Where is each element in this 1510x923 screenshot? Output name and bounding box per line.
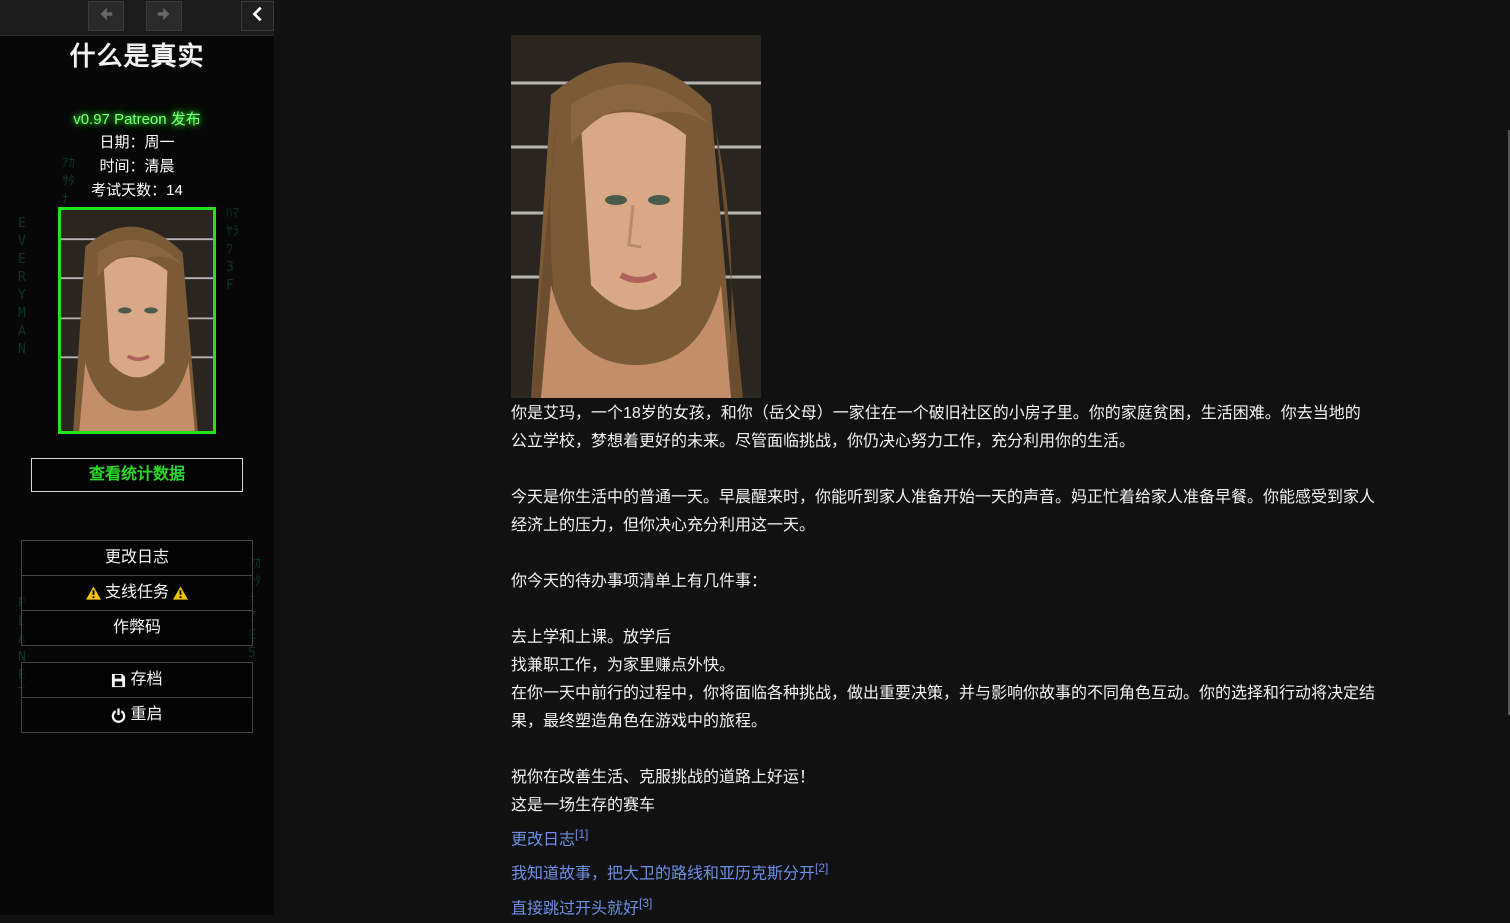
passage-line: 这是一场生存的赛车 [511,797,656,814]
passage-line: 果，最终塑造角色在游戏中的旅程。 [511,713,768,730]
menu-item-side-quests[interactable]: 支线任务 [22,575,252,610]
menu-item-label: 重启 [130,706,163,723]
time-label: 时间：清晨 [99,158,175,175]
history-forward-button[interactable] [146,1,182,31]
chevron-left-icon [249,5,267,28]
story-title: 什么是真实 [69,41,205,71]
sidebar: EVERYMAN PLANET ｱｶｻﾀﾅ7E5 ﾊﾏﾔﾗﾜ3F ｱｶｻﾀﾅ7E… [0,0,274,915]
menu-item-restart[interactable]: 重启 [22,697,252,732]
version-label: v0.97 Patreon 发布 [73,111,201,128]
link-ref: [1] [575,827,589,841]
sidebar-menu-secondary: 存档 重启 [21,662,253,733]
exam-days-label: 考试天数：14 [91,182,183,199]
menu-item-saves[interactable]: 存档 [22,663,252,697]
menu-item-cheats[interactable]: 作弊码 [22,610,252,645]
view-stats-button[interactable]: 查看统计数据 [31,458,243,492]
warning-icon [173,586,188,600]
passage-link-split-routes[interactable]: 我知道故事，把大卫的路线和亚历克斯分开[2] [511,854,828,888]
link-ref: [2] [815,861,829,876]
menu-item-label: 支线任务 [104,584,169,601]
date-label: 日期：周一 [99,134,175,151]
link-ref: [3] [639,895,653,910]
menu-item-label: 更改日志 [104,549,169,566]
menu-item-changelog[interactable]: 更改日志 [22,541,252,575]
sidebar-toggle-button[interactable] [241,1,274,31]
passage-text: 你是艾玛，一个18岁的女孩，和你（岳父母）一家住在一个破旧社区的小房子里。你的家… [511,400,1381,923]
arrow-left-icon [97,5,115,28]
passage-line: 你今天的待办事项清单上有几件事： [511,573,768,590]
character-portrait-image [511,35,761,398]
passage-line: 去上学和上课。放学后 [511,629,672,646]
link-text: 我知道故事，把大卫的路线和亚历克斯分开 [511,865,816,883]
menu-item-label: 作弊码 [112,619,161,636]
passage-line: 祝你在改善生活、克服挑战的道路上好运！ [511,769,816,786]
passage-line: 经济上的压力，但你决心充分利用这一天。 [511,517,816,534]
passage-line: 找兼职工作，为家里赚点外快。 [511,657,736,674]
history-back-button[interactable] [88,1,124,31]
sidebar-menu-primary: 更改日志 支线任务 作弊码 [21,540,253,646]
passage-line: 公立学校，梦想着更好的未来。尽管面临挑战，你仍决心努力工作，充分利用你的生活。 [511,433,1136,450]
passage-link-skip-intro[interactable]: 直接跳过开头就好[3] [511,889,652,923]
history-toolbar [0,0,274,36]
passage: 你是艾玛，一个18岁的女孩，和你（岳父母）一家住在一个破旧社区的小房子里。你的家… [511,35,1381,923]
link-text: 直接跳过开头就好 [511,899,640,917]
arrow-right-icon [155,5,173,28]
warning-icon [85,586,101,600]
save-icon [111,673,126,688]
power-icon [111,707,126,723]
passage-line: 你是艾玛，一个18岁的女孩，和你（岳父母）一家住在一个破旧社区的小房子里。你的家… [511,405,1361,422]
menu-item-label: 存档 [130,671,163,688]
character-portrait-thumbnail [58,207,216,434]
sidebar-content: 什么是真实 v0.97 Patreon 发布 日期：周一 时间：清晨 考试天数：… [0,35,274,733]
passage-line: 在你一天中前行的过程中，你将面临各种挑战，做出重要决策，并与影响你故事的不同角色… [511,685,1376,702]
passage-link-changelog[interactable]: 更改日志[1] [511,820,588,854]
story-passage-area: 你是艾玛，一个18岁的女孩，和你（岳父母）一家住在一个破旧社区的小房子里。你的家… [274,0,1510,917]
passage-line: 今天是你生活中的普通一天。早晨醒来时，你能听到家人准备开始一天的声音。妈正忙着给… [511,489,1376,506]
link-text: 更改日志 [511,831,576,849]
